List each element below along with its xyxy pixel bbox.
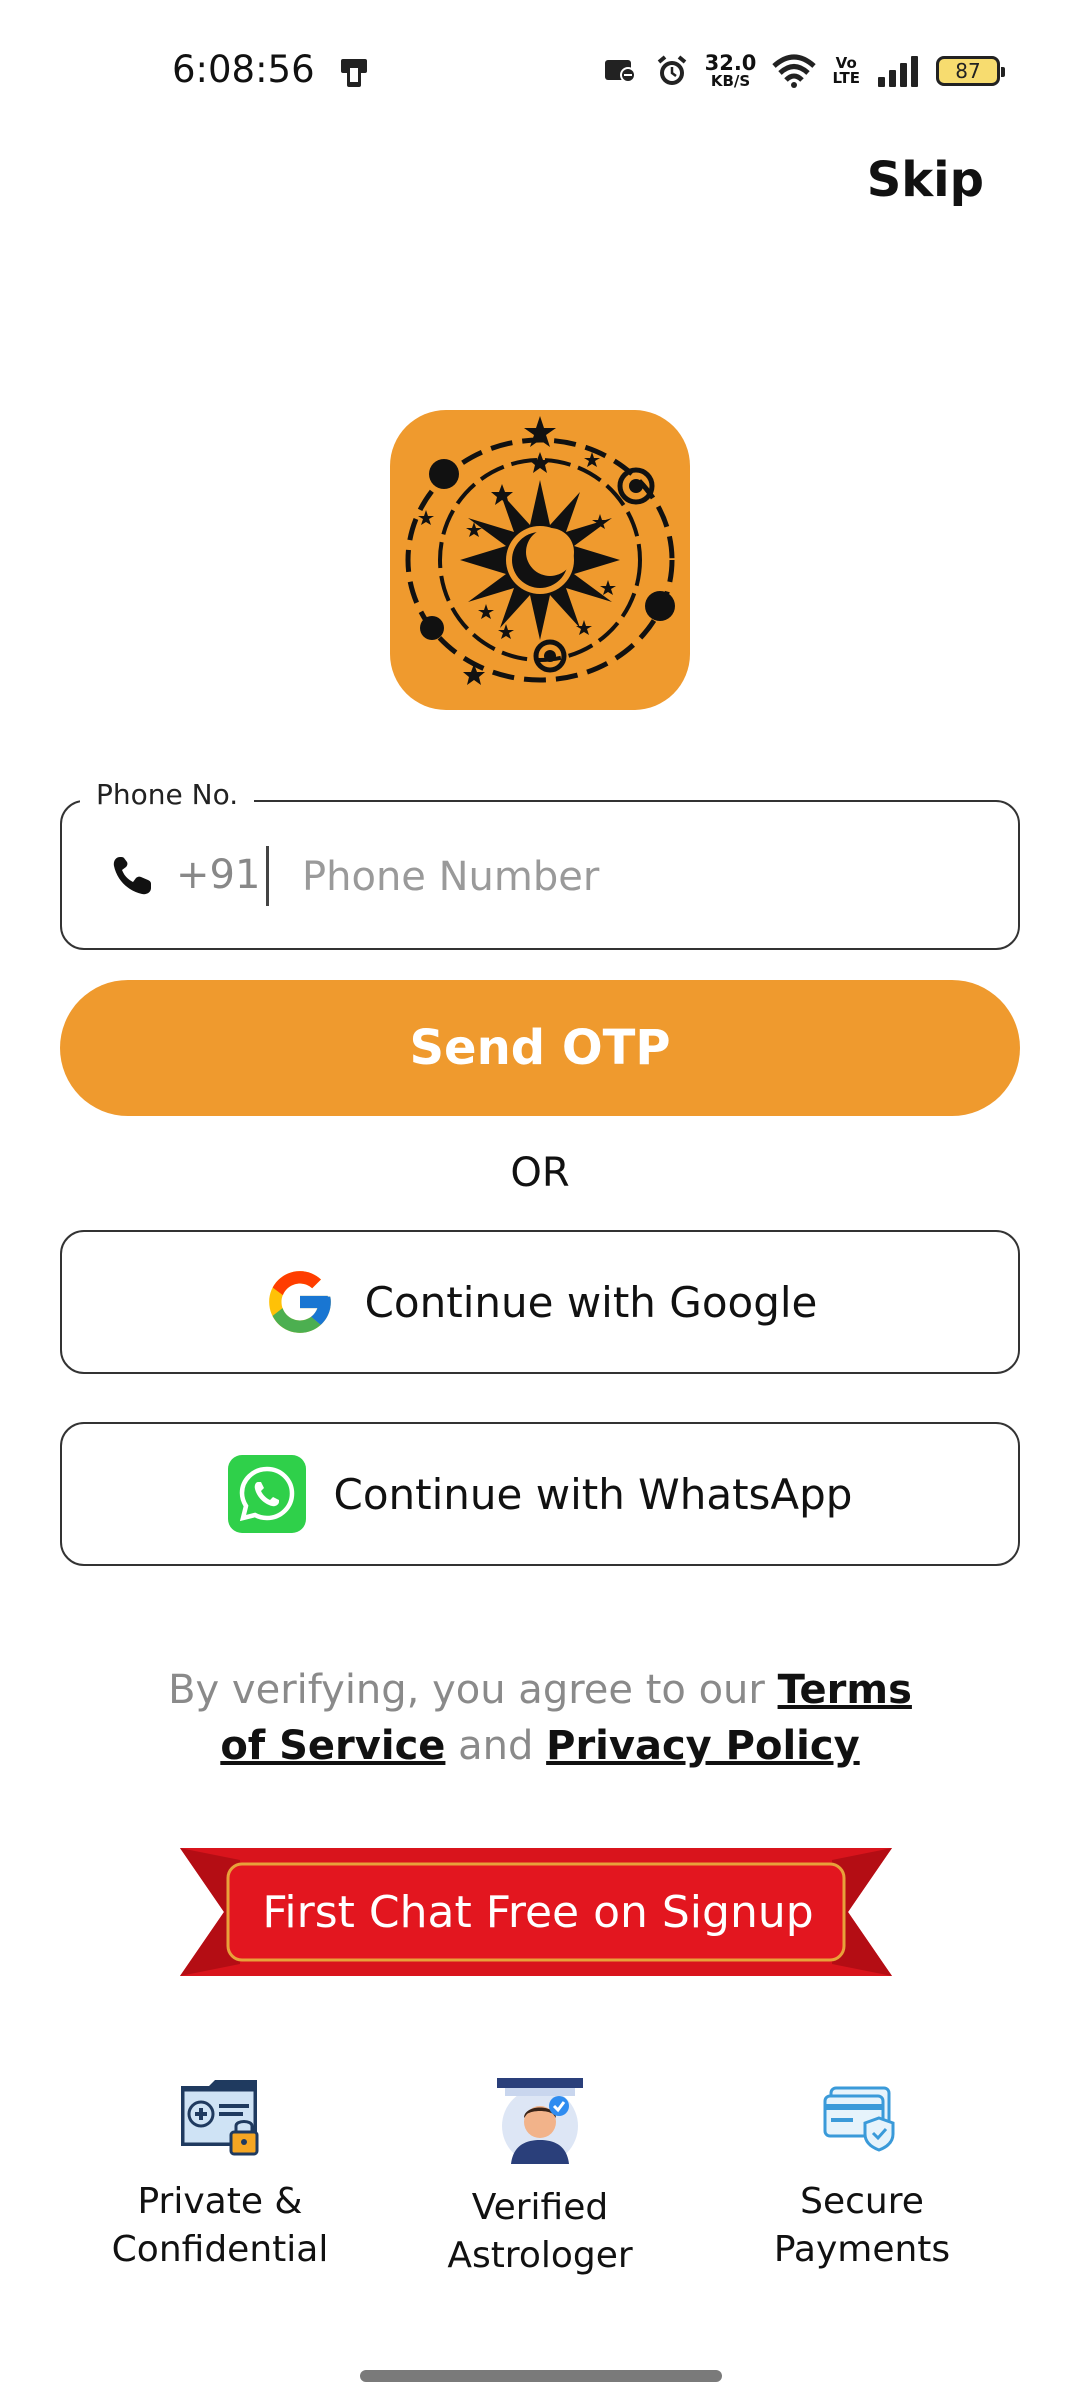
feature-label: Verified Astrologer (447, 2184, 632, 2280)
continue-with-whatsapp-button[interactable]: Continue with WhatsApp (60, 1422, 1020, 1566)
wifi-icon (772, 54, 817, 88)
verified-astrologer-icon (497, 2078, 583, 2164)
feature-label-line1: Private & (137, 2181, 303, 2222)
google-icon (268, 1271, 331, 1333)
network-speed-value: 32.0 (704, 51, 757, 75)
privacy-policy-link[interactable]: Privacy Policy (546, 1723, 860, 1769)
secure-payment-card-icon (823, 2086, 895, 2152)
phone-field-label: Phone No. (80, 778, 255, 811)
alarm-icon (657, 55, 686, 85)
skip-button[interactable]: Skip (867, 152, 984, 208)
google-button-label: Continue with Google (364, 1277, 818, 1327)
promo-label: First Chat Free on Signup (262, 1886, 814, 1938)
status-icons: 32.0 KB/S Vo LTE 87 (603, 48, 1005, 94)
feature-label: Secure Payments (774, 2178, 950, 2274)
country-code[interactable]: +91 (176, 852, 260, 898)
continue-with-google-button[interactable]: Continue with Google (60, 1230, 1020, 1374)
terms-notice: By verifying, you agree to our Terms of … (140, 1662, 940, 1774)
whatsapp-icon (227, 1455, 306, 1533)
volte-indicator: Vo LTE (832, 56, 860, 86)
feature-label-line1: Verified (471, 2187, 609, 2228)
phone-number-field[interactable]: Phone No. +91 (60, 778, 1020, 950)
battery-level: 87 (955, 59, 981, 83)
send-otp-button[interactable]: Send OTP (60, 980, 1020, 1116)
battery-indicator: 87 (936, 56, 1005, 86)
network-speed: 32.0 KB/S (705, 53, 757, 89)
signal-icon (878, 56, 918, 87)
volte-bottom: LTE (832, 69, 860, 87)
terms-joiner: and (458, 1723, 534, 1769)
network-speed-unit: KB/S (710, 72, 751, 90)
feature-label: Private & Confidential (112, 2178, 329, 2274)
private-folder-icon (181, 2080, 259, 2156)
feature-label-line2: Astrologer (447, 2235, 633, 2276)
or-separator: OR (510, 1150, 570, 1196)
device-icon (341, 59, 367, 87)
feature-verified-astrologer: Verified Astrologer (390, 2076, 690, 2280)
app-logo (390, 410, 690, 710)
feature-label-line1: Secure (800, 2181, 924, 2222)
feature-private-confidential: Private & Confidential (70, 2076, 370, 2274)
feature-secure-payments: Secure Payments (712, 2076, 1012, 2274)
feature-label-line2: Payments (773, 2229, 951, 2270)
terms-prefix: By verifying, you agree to our (168, 1667, 765, 1713)
status-bar: 6:08:56 32.0 KB/S Vo LTE 87 (0, 0, 1080, 140)
astrology-emblem-icon (405, 416, 675, 685)
home-indicator[interactable] (360, 2370, 722, 2382)
status-time: 6:08:56 (172, 48, 315, 91)
phone-icon (113, 857, 151, 895)
whatsapp-button-label: Continue with WhatsApp (333, 1469, 853, 1519)
feature-label-line2: Confidential (111, 2229, 329, 2270)
phone-number-input[interactable] (302, 832, 982, 922)
screen-record-icon (604, 60, 636, 83)
country-code-divider (266, 846, 269, 906)
